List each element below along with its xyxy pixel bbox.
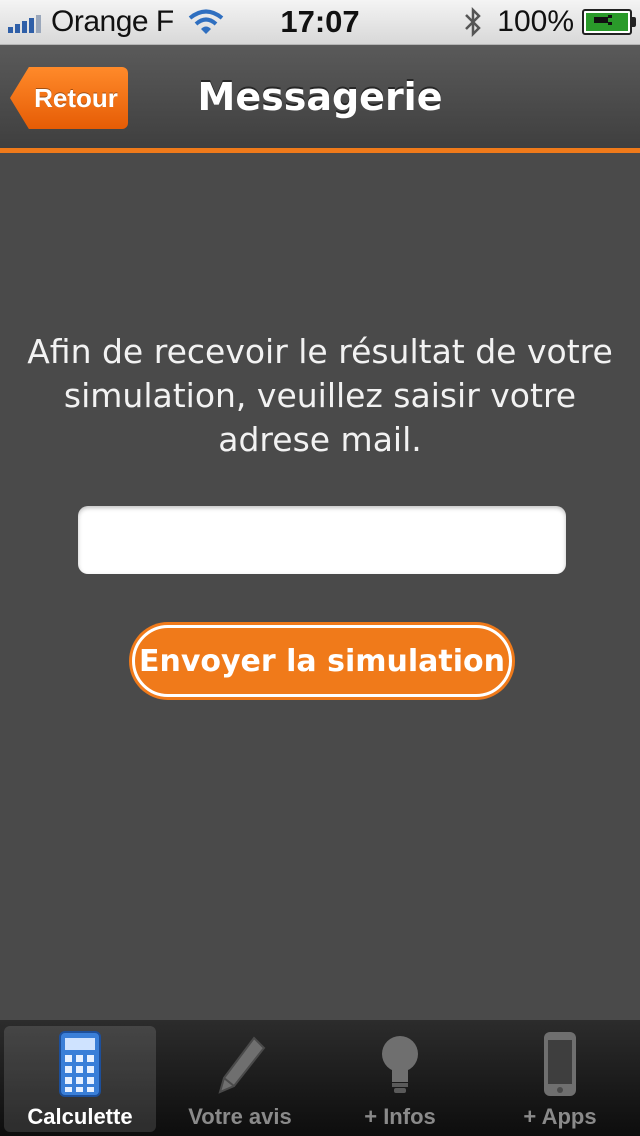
pencil-icon — [218, 1036, 266, 1094]
page-title: Messagerie — [197, 75, 443, 119]
send-simulation-button[interactable]: Envoyer la simulation — [132, 625, 512, 697]
bluetooth-icon — [465, 7, 482, 37]
tab-label: + Apps — [523, 1104, 597, 1129]
tab-plus-apps[interactable]: + Apps — [480, 1020, 640, 1136]
phone-icon — [544, 1032, 576, 1096]
tab-label: + Infos — [364, 1104, 436, 1129]
email-field[interactable] — [78, 506, 566, 574]
tab-plus-infos[interactable]: + Infos — [320, 1020, 480, 1136]
instructions-text: Afin de recevoir le résultat de votre si… — [27, 332, 613, 459]
tab-label: Votre avis — [188, 1104, 292, 1129]
tab-calculette[interactable]: Calculette — [0, 1020, 160, 1136]
calculator-icon — [59, 1031, 101, 1097]
tab-bar: Calculette Votre avis + Infos + Apps — [0, 1020, 640, 1136]
tab-label: Calculette — [27, 1104, 133, 1129]
battery-percentage: 100% — [497, 5, 574, 38]
status-bar: Orange F 17:07 100% — [0, 0, 640, 45]
battery-charging-icon — [582, 9, 636, 35]
navigation-bar: Retour Messagerie — [0, 45, 640, 153]
tab-votre-avis[interactable]: Votre avis — [160, 1020, 320, 1136]
lightbulb-icon — [382, 1036, 418, 1093]
